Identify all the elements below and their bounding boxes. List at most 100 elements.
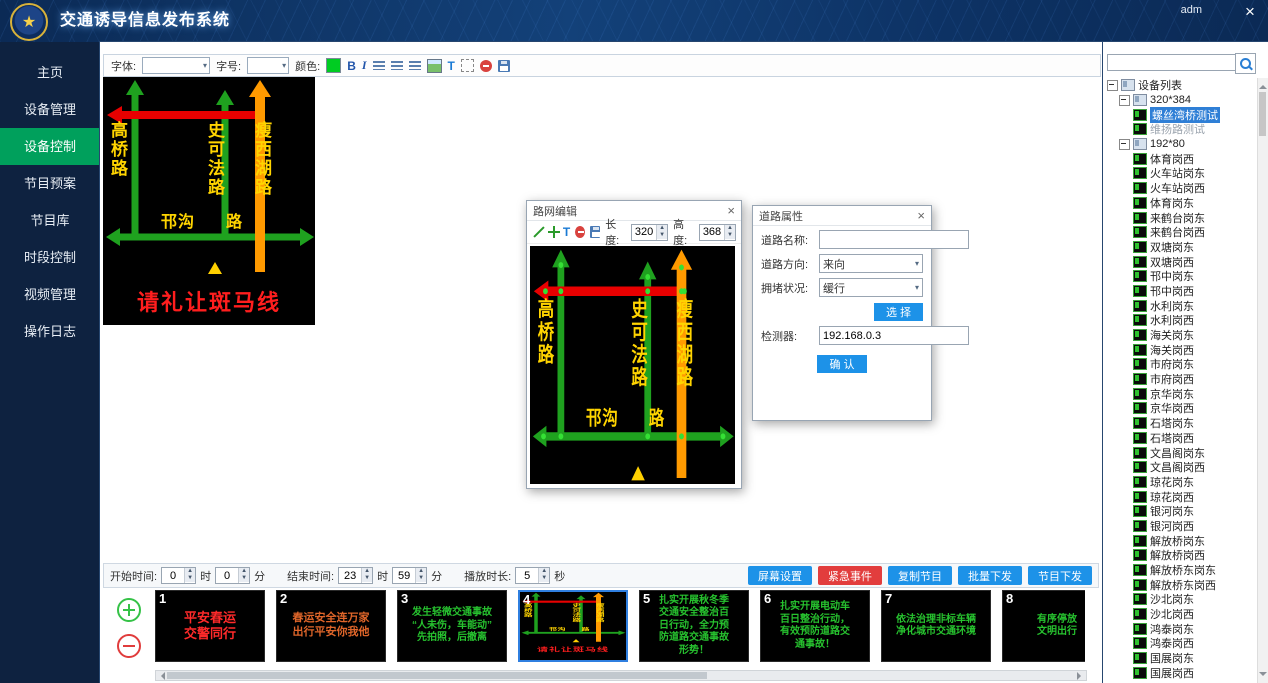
tree-item[interactable]: 沙北岗东 (1105, 592, 1257, 607)
program-thumbnail[interactable]: 7 依法治理非标车辆 净化城市交通环境 高桥路 史可法路 瘦西湖路 邗沟 路 请… (881, 590, 991, 662)
program-thumbnail[interactable]: 8 有序停放 文明出行 高桥路 史可法路 瘦西湖路 邗沟 路 请礼让斑马线 (1002, 590, 1085, 662)
dialog-titlebar[interactable]: 路网编辑 × (527, 201, 741, 221)
end-min-input[interactable] (393, 568, 415, 583)
tree-item[interactable]: 银河岗西 (1105, 519, 1257, 534)
tree-item[interactable]: 320*384 (1105, 93, 1257, 108)
tree-item[interactable]: 琼花岗西 (1105, 489, 1257, 504)
spin-down-icon[interactable]: ▼ (416, 575, 426, 582)
vertical-scrollbar[interactable] (1257, 78, 1268, 683)
tree-item[interactable]: 螺丝湾桥测试 (1105, 107, 1257, 122)
schedule-action-button[interactable]: 批量下发 (958, 566, 1022, 585)
end-min-stepper[interactable]: ▲▼ (392, 567, 427, 584)
scrollbar-thumb[interactable] (167, 672, 707, 679)
color-swatch[interactable] (326, 58, 341, 73)
tree-item[interactable]: 192*80 (1105, 137, 1257, 152)
spin-up-icon[interactable]: ▲ (657, 225, 667, 232)
align-center-icon[interactable] (391, 61, 403, 70)
height-stepper[interactable]: ▲▼ (699, 224, 736, 241)
dialog-titlebar[interactable]: 道路属性 × (753, 206, 931, 226)
tree-item[interactable]: 体育岗东 (1105, 196, 1257, 211)
draw-cross-icon[interactable] (548, 226, 558, 238)
tree-item[interactable]: 邗中岗西 (1105, 284, 1257, 299)
marquee-select-icon[interactable] (461, 59, 474, 72)
close-icon[interactable]: × (917, 208, 925, 223)
tree-item[interactable]: 琼花岗东 (1105, 475, 1257, 490)
tree-item[interactable]: 石塔岗东 (1105, 416, 1257, 431)
delete-item-icon[interactable] (480, 60, 492, 72)
program-thumbnail[interactable]: 1 平安春运 交警同行 高桥路 史可法路 瘦西湖路 邗沟 路 请礼让斑马线 (155, 590, 265, 662)
device-search-input[interactable] (1107, 54, 1239, 71)
tree-item[interactable]: 解放桥东岗东 (1105, 563, 1257, 578)
tree-item[interactable]: 石塔岗西 (1105, 431, 1257, 446)
spin-down-icon[interactable]: ▼ (725, 232, 735, 239)
save-icon[interactable] (498, 60, 510, 72)
device-search-button[interactable] (1235, 53, 1256, 74)
detector-input[interactable] (819, 326, 969, 345)
window-close-icon[interactable]: × (1240, 2, 1260, 22)
insert-image-icon[interactable] (427, 59, 442, 73)
spin-up-icon[interactable]: ▲ (239, 568, 249, 575)
schedule-action-button[interactable]: 屏幕设置 (748, 566, 812, 585)
font-select[interactable]: ▾ (142, 57, 210, 74)
sidebar-item[interactable]: 节目预案 (0, 165, 100, 202)
select-button[interactable]: 选 择 (874, 303, 923, 321)
sidebar-item[interactable]: 操作日志 (0, 313, 100, 350)
tree-item[interactable]: 解放桥东岗西 (1105, 577, 1257, 592)
tree-item[interactable]: 解放桥岗东 (1105, 533, 1257, 548)
tree-item[interactable]: 市府岗东 (1105, 357, 1257, 372)
spin-up-icon[interactable]: ▲ (416, 568, 426, 575)
tree-item[interactable]: 海关岗东 (1105, 328, 1257, 343)
program-thumbnail[interactable]: 3 发生轻微交通事故 “人未伤，车能动” 先拍照，后撤离 高桥路 史可法路 瘦西… (397, 590, 507, 662)
road-name-input[interactable] (819, 230, 969, 249)
duration-input[interactable] (516, 568, 538, 583)
tree-item[interactable]: 京华岗东 (1105, 386, 1257, 401)
tree-item[interactable]: 京华岗西 (1105, 401, 1257, 416)
close-icon[interactable]: × (727, 203, 735, 218)
expander-icon[interactable] (1119, 95, 1130, 106)
tree-item[interactable]: 双塘岗东 (1105, 240, 1257, 255)
sidebar-item[interactable]: 主页 (0, 54, 100, 91)
tree-item[interactable]: 银河岗东 (1105, 504, 1257, 519)
spin-down-icon[interactable]: ▼ (239, 575, 249, 582)
road-direction-select[interactable]: 来向 ▾ (819, 254, 923, 273)
program-thumbnail[interactable]: 2 春运安全连万家 出行平安你我他 高桥路 史可法路 瘦西湖路 邗沟 路 请礼让… (276, 590, 386, 662)
save-icon[interactable] (590, 226, 600, 238)
insert-text-icon[interactable]: T (563, 225, 570, 239)
start-min-input[interactable] (216, 568, 238, 583)
sidebar-item[interactable]: 节目库 (0, 202, 100, 239)
schedule-action-button[interactable]: 节目下发 (1028, 566, 1092, 585)
led-preview[interactable]: 高桥路 史可法路 瘦西湖路 邗沟 路 请礼让斑马线 (103, 77, 315, 325)
schedule-action-button[interactable]: 紧急事件 (818, 566, 882, 585)
sidebar-item[interactable]: 时段控制 (0, 239, 100, 276)
sidebar-item[interactable]: 设备管理 (0, 91, 100, 128)
expander-icon[interactable] (1107, 80, 1118, 91)
tree-item[interactable]: 沙北岗西 (1105, 607, 1257, 622)
align-right-icon[interactable] (409, 61, 421, 70)
draw-line-icon[interactable] (532, 226, 543, 238)
duration-stepper[interactable]: ▲▼ (515, 567, 550, 584)
spin-down-icon[interactable]: ▼ (185, 575, 195, 582)
tree-item[interactable]: 邗中岗东 (1105, 269, 1257, 284)
tree-item[interactable]: 国展岗西 (1105, 666, 1257, 681)
sidebar-item[interactable]: 视频管理 (0, 276, 100, 313)
start-min-stepper[interactable]: ▲▼ (215, 567, 250, 584)
spin-up-icon[interactable]: ▲ (539, 568, 549, 575)
program-thumbnail[interactable]: 4 高桥路 史可法路 瘦西湖路 邗沟 路 请礼让斑马线 (518, 590, 628, 662)
tree-item[interactable]: 双塘岗西 (1105, 254, 1257, 269)
tree-item[interactable]: 文昌阁岗西 (1105, 460, 1257, 475)
sidebar-item[interactable]: 设备控制 (0, 128, 100, 165)
spin-down-icon[interactable]: ▼ (362, 575, 372, 582)
road-editor-canvas[interactable]: 高桥路 史可法路 瘦西湖路 邗沟 路 请礼让斑马线 (530, 246, 735, 484)
schedule-action-button[interactable]: 复制节目 (888, 566, 952, 585)
tree-item[interactable]: 设备列表 (1105, 78, 1257, 93)
italic-button[interactable]: I (362, 58, 367, 73)
scroll-right-icon[interactable] (1077, 672, 1085, 680)
tree-item[interactable]: 国展岗东 (1105, 651, 1257, 666)
scroll-up-icon[interactable] (1259, 81, 1267, 89)
tree-item[interactable]: 水利岗东 (1105, 298, 1257, 313)
tree-item[interactable]: 来鹤台岗东 (1105, 210, 1257, 225)
start-hour-stepper[interactable]: ▲▼ (161, 567, 196, 584)
length-stepper[interactable]: ▲▼ (631, 224, 668, 241)
font-size-select[interactable]: ▾ (247, 57, 289, 74)
length-input[interactable] (632, 225, 656, 240)
